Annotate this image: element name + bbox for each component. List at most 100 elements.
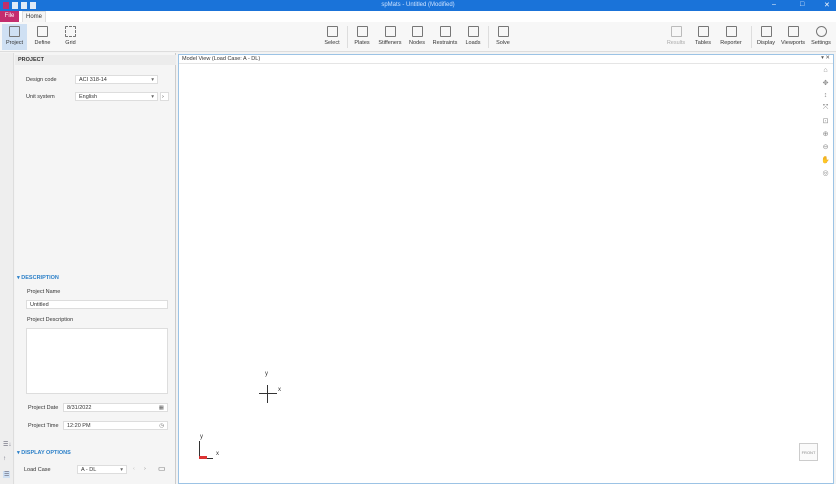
triad-x-label: x bbox=[216, 451, 219, 457]
list-view-icon[interactable]: ☰ bbox=[3, 471, 11, 478]
grid-icon bbox=[65, 26, 76, 37]
display-options-header[interactable]: ▾ DISPLAY OPTIONS bbox=[17, 450, 71, 456]
close-button[interactable]: ✕ bbox=[824, 1, 830, 9]
hand-icon[interactable]: ✋ bbox=[821, 156, 830, 164]
prev-load-case-button[interactable]: ‹ bbox=[133, 466, 135, 472]
unit-system-select[interactable]: English ▾ bbox=[75, 92, 158, 101]
window-title: spMats - Untitled (Modified) bbox=[381, 2, 455, 8]
reporter-icon bbox=[725, 26, 737, 37]
sort-alpha-icon[interactable]: ↑ bbox=[3, 456, 6, 462]
stiffeners-icon bbox=[384, 26, 396, 37]
value: 8/31/2022 bbox=[67, 405, 92, 411]
label: Project bbox=[5, 40, 24, 46]
side-toolbar: ☰↓ ↑ ☰ bbox=[0, 53, 14, 484]
view-cube[interactable]: FRONT bbox=[799, 443, 818, 461]
origin-y-label: y bbox=[265, 371, 268, 377]
tables-button[interactable]: Tables bbox=[692, 24, 714, 50]
maximize-button[interactable]: □ bbox=[800, 1, 804, 8]
unit-next-button[interactable]: › bbox=[160, 92, 169, 101]
define-button[interactable]: Define bbox=[30, 24, 55, 50]
viewports-button[interactable]: Viewports bbox=[779, 24, 807, 50]
solve-icon bbox=[497, 26, 509, 37]
gear-icon bbox=[815, 26, 827, 37]
viewports-icon bbox=[787, 26, 799, 37]
load-case-select[interactable]: A - DL ▾ bbox=[77, 465, 127, 474]
project-name-input[interactable]: Untitled bbox=[26, 300, 168, 309]
zoom-window-icon[interactable]: ⊡ bbox=[823, 117, 829, 125]
label: Settings bbox=[811, 40, 831, 46]
close-view-icon[interactable]: ▾ ✕ bbox=[821, 55, 830, 61]
solve-button[interactable]: Solve bbox=[492, 24, 514, 50]
view-3d-icon[interactable]: ◎ bbox=[822, 169, 828, 177]
label: Grid bbox=[65, 40, 76, 46]
value: 12:20 PM bbox=[67, 423, 91, 429]
tab-home[interactable]: Home bbox=[22, 11, 46, 22]
label: Nodes bbox=[409, 40, 425, 46]
project-description-textarea[interactable] bbox=[26, 328, 168, 394]
label: Reporter bbox=[720, 40, 742, 46]
loads-button[interactable]: Loads bbox=[462, 24, 484, 50]
model-view[interactable]: Model View (Load Case: A - DL) ▾ ✕ ⌂ ✥ ↕ … bbox=[178, 54, 834, 484]
zoom-extents-icon[interactable]: ⤧ bbox=[823, 104, 829, 112]
label: Define bbox=[34, 40, 51, 46]
stiffeners-button[interactable]: Stiffeners bbox=[376, 24, 404, 50]
origin-cross-v bbox=[267, 385, 268, 403]
description-header[interactable]: ▾ DESCRIPTION bbox=[17, 275, 59, 281]
project-icon bbox=[9, 26, 20, 37]
label: Viewports bbox=[780, 40, 806, 46]
plates-button[interactable]: Plates bbox=[350, 24, 374, 50]
chevron-down-icon: ▾ bbox=[120, 467, 123, 473]
label: Restraints bbox=[432, 40, 458, 46]
tab-file[interactable]: File bbox=[0, 11, 19, 22]
rotate-icon[interactable]: ↕ bbox=[824, 92, 828, 99]
value: ACI 318-14 bbox=[79, 77, 107, 83]
load-case-display-icon[interactable]: ▭ bbox=[158, 464, 166, 473]
nodes-button[interactable]: Nodes bbox=[406, 24, 428, 50]
chevron-down-icon: ▾ bbox=[151, 94, 154, 100]
project-time-input[interactable]: 12:20 PM ◷ bbox=[63, 421, 168, 430]
view-toolbar: ⌂ ✥ ↕ ⤧ ⊡ ⊕ ⊖ ✋ ◎ bbox=[820, 67, 831, 177]
triad-y-label: y bbox=[200, 434, 203, 440]
calendar-icon[interactable]: ▦ bbox=[159, 405, 164, 411]
tables-icon bbox=[697, 26, 709, 37]
label: Loads bbox=[465, 40, 481, 46]
model-view-header: Model View (Load Case: A - DL) ▾ ✕ bbox=[179, 55, 833, 64]
project-button[interactable]: Project bbox=[2, 24, 27, 50]
nodes-icon bbox=[411, 26, 423, 37]
settings-button[interactable]: Settings bbox=[809, 24, 833, 50]
design-code-select[interactable]: ACI 318-14 ▾ bbox=[75, 75, 158, 84]
results-icon bbox=[670, 26, 682, 37]
unit-system-label: Unit system bbox=[26, 94, 55, 100]
sort-icon[interactable]: ☰↓ bbox=[3, 441, 11, 448]
define-icon bbox=[37, 26, 48, 37]
origin-cross-h bbox=[259, 393, 277, 394]
next-load-case-button[interactable]: › bbox=[144, 466, 146, 472]
zoom-in-icon[interactable]: ⊕ bbox=[823, 130, 829, 138]
display-button[interactable]: Display bbox=[755, 24, 777, 50]
load-case-label: Load Case bbox=[24, 467, 51, 473]
grid-button[interactable]: Grid bbox=[58, 24, 83, 50]
clock-icon[interactable]: ◷ bbox=[159, 423, 164, 429]
model-view-title: Model View (Load Case: A - DL) bbox=[182, 56, 261, 62]
pan-icon[interactable]: ✥ bbox=[823, 79, 829, 87]
label: Display bbox=[756, 40, 776, 46]
restraints-button[interactable]: Restraints bbox=[430, 24, 460, 50]
label: DISPLAY OPTIONS bbox=[21, 450, 71, 456]
origin-x-label: x bbox=[278, 387, 281, 393]
value: English bbox=[79, 94, 98, 100]
divider bbox=[488, 26, 489, 48]
home-view-icon[interactable]: ⌂ bbox=[823, 67, 827, 74]
minimize-button[interactable]: – bbox=[772, 1, 776, 8]
select-button[interactable]: Select bbox=[320, 24, 344, 50]
project-time-label: Project Time bbox=[28, 423, 59, 429]
results-button[interactable]: Results bbox=[664, 24, 688, 50]
ribbon-tabs: File Home bbox=[0, 11, 836, 22]
label: DESCRIPTION bbox=[21, 275, 59, 281]
value: A - DL bbox=[81, 467, 97, 473]
zoom-out-icon[interactable]: ⊖ bbox=[823, 143, 829, 151]
project-date-input[interactable]: 8/31/2022 ▦ bbox=[63, 403, 168, 412]
reporter-button[interactable]: Reporter bbox=[716, 24, 746, 50]
title-bar: spMats - Untitled (Modified) – □ ✕ bbox=[0, 0, 836, 11]
cursor-icon bbox=[326, 26, 338, 37]
ribbon: Project Define Grid Select Plates Stiffe… bbox=[0, 22, 836, 52]
